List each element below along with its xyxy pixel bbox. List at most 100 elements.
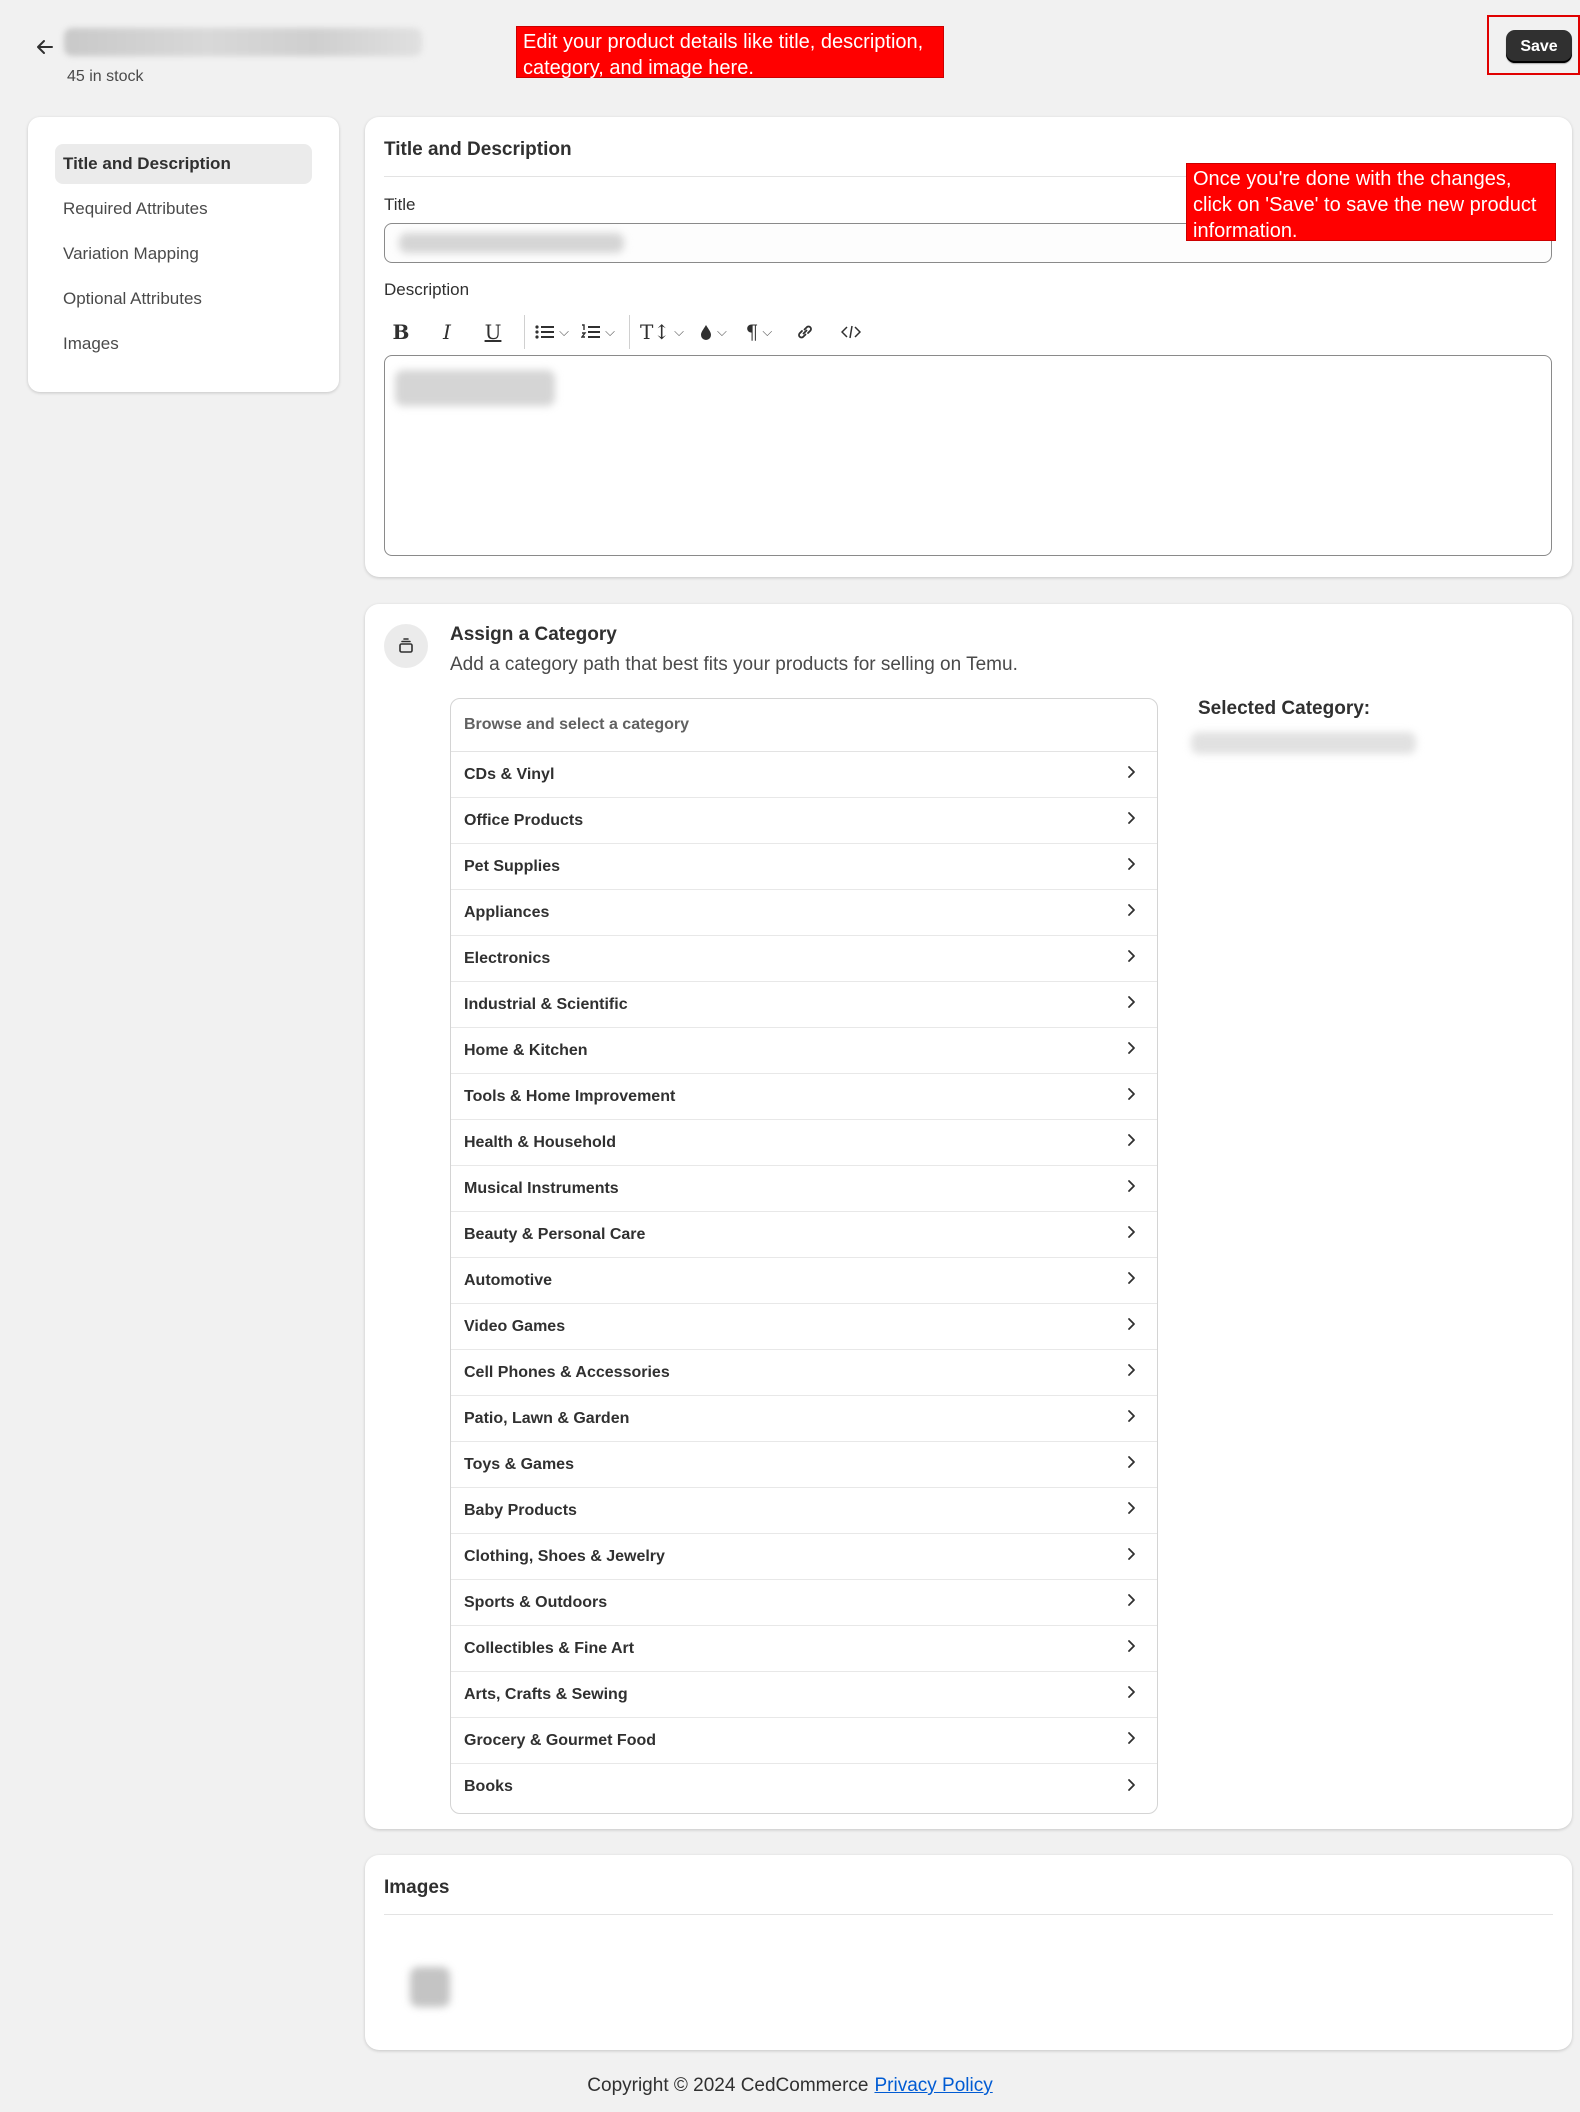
category-item-label: CDs & Vinyl bbox=[464, 765, 555, 783]
chevron-right-icon bbox=[1123, 856, 1139, 877]
category-icon bbox=[384, 624, 428, 668]
toolbar-separator bbox=[629, 315, 630, 349]
category-item[interactable]: Tools & Home Improvement bbox=[451, 1074, 1157, 1120]
chevron-right-icon bbox=[1123, 1040, 1139, 1061]
category-item[interactable]: Musical Instruments bbox=[451, 1166, 1157, 1212]
product-title-redacted bbox=[64, 28, 422, 56]
section-nav-sidebar: Title and Description Required Attribute… bbox=[28, 117, 339, 392]
sidebar-item-variation-mapping[interactable]: Variation Mapping bbox=[55, 234, 312, 274]
category-item-label: Pet Supplies bbox=[464, 857, 561, 875]
images-card: Images bbox=[365, 1855, 1572, 2050]
italic-icon[interactable]: I bbox=[430, 315, 464, 349]
category-item-label: Home & Kitchen bbox=[464, 1041, 588, 1059]
category-item[interactable]: CDs & Vinyl bbox=[451, 752, 1157, 798]
category-item[interactable]: Clothing, Shoes & Jewelry bbox=[451, 1534, 1157, 1580]
text-color-icon[interactable]: ⌵ bbox=[696, 315, 730, 349]
edit-details-tooltip: Edit your product details like title, de… bbox=[516, 26, 944, 79]
category-item[interactable]: Automotive bbox=[451, 1258, 1157, 1304]
chevron-right-icon bbox=[1123, 1638, 1139, 1659]
category-item[interactable]: Industrial & Scientific bbox=[451, 982, 1157, 1028]
category-item[interactable]: Toys & Games bbox=[451, 1442, 1157, 1488]
sidebar-item-required-attributes[interactable]: Required Attributes bbox=[55, 189, 312, 229]
footer: Copyright © 2024 CedCommerce Privacy Poli… bbox=[0, 2075, 1580, 2097]
category-item[interactable]: Office Products bbox=[451, 798, 1157, 844]
chevron-right-icon bbox=[1123, 1500, 1139, 1521]
category-item[interactable]: Cell Phones & Accessories bbox=[451, 1350, 1157, 1396]
numbered-list-icon[interactable]: ⌵ bbox=[581, 315, 615, 349]
bold-icon[interactable]: B bbox=[384, 315, 418, 349]
chevron-right-icon bbox=[1123, 1178, 1139, 1199]
description-value-redacted bbox=[395, 370, 555, 406]
category-item-label: Electronics bbox=[464, 949, 551, 967]
chevron-right-icon bbox=[1123, 1086, 1139, 1107]
title-value-redacted bbox=[399, 233, 624, 253]
chevron-right-icon bbox=[1123, 902, 1139, 923]
category-item[interactable]: Health & Household bbox=[451, 1120, 1157, 1166]
sidebar-item-images[interactable]: Images bbox=[55, 324, 312, 364]
category-item-label: Office Products bbox=[464, 811, 584, 829]
category-item[interactable]: Electronics bbox=[451, 936, 1157, 982]
save-hint-tooltip: Once you're done with the changes, click… bbox=[1186, 163, 1556, 242]
chevron-right-icon bbox=[1123, 1408, 1139, 1429]
category-item-label: Automotive bbox=[464, 1271, 552, 1289]
category-item-label: Books bbox=[464, 1778, 513, 1795]
chevron-right-icon bbox=[1123, 1777, 1139, 1798]
back-arrow-icon[interactable] bbox=[30, 32, 60, 62]
category-item-label: Clothing, Shoes & Jewelry bbox=[464, 1547, 665, 1565]
category-item[interactable]: Home & Kitchen bbox=[451, 1028, 1157, 1074]
description-editor[interactable] bbox=[384, 355, 1552, 556]
save-button[interactable]: Save bbox=[1506, 30, 1572, 63]
code-icon[interactable] bbox=[834, 315, 868, 349]
copyright-text: Copyright © 2024 CedCommerce bbox=[587, 2075, 869, 2096]
category-item[interactable]: Baby Products bbox=[451, 1488, 1157, 1534]
stock-count: 45 in stock bbox=[67, 68, 144, 85]
text-size-icon[interactable]: T↕ ⌵ bbox=[640, 315, 684, 349]
assign-category-title: Assign a Category bbox=[450, 624, 617, 645]
category-item[interactable]: Collectibles & Fine Art bbox=[451, 1626, 1157, 1672]
category-item-label: Collectibles & Fine Art bbox=[464, 1639, 635, 1657]
title-description-heading: Title and Description bbox=[384, 139, 572, 160]
chevron-right-icon bbox=[1123, 1224, 1139, 1245]
category-item-label: Baby Products bbox=[464, 1501, 577, 1519]
category-item-label: Video Games bbox=[464, 1317, 566, 1335]
category-item-label: Toys & Games bbox=[464, 1455, 574, 1473]
selected-category-value-redacted bbox=[1191, 732, 1416, 754]
category-item[interactable]: Grocery & Gourmet Food bbox=[451, 1718, 1157, 1764]
chevron-right-icon bbox=[1123, 1454, 1139, 1475]
category-item-label: Cell Phones & Accessories bbox=[464, 1363, 670, 1381]
paragraph-icon[interactable]: ¶ ⌵ bbox=[742, 315, 776, 349]
chevron-right-icon bbox=[1123, 1270, 1139, 1291]
chevron-right-icon bbox=[1123, 1132, 1139, 1153]
chevron-right-icon bbox=[1123, 1316, 1139, 1337]
category-item[interactable]: Arts, Crafts & Sewing bbox=[451, 1672, 1157, 1718]
bullet-list-icon[interactable]: ⌵ bbox=[535, 315, 569, 349]
sidebar-item-title-description[interactable]: Title and Description bbox=[55, 144, 312, 184]
privacy-policy-link[interactable]: Privacy Policy bbox=[874, 2075, 992, 2096]
chevron-right-icon bbox=[1123, 1684, 1139, 1705]
category-item-label: Arts, Crafts & Sewing bbox=[464, 1685, 628, 1703]
category-item[interactable]: Sports & Outdoors bbox=[451, 1580, 1157, 1626]
product-image-thumbnail[interactable] bbox=[410, 1967, 450, 2007]
chevron-right-icon bbox=[1123, 1362, 1139, 1383]
category-item-label: Health & Household bbox=[464, 1133, 617, 1151]
description-label: Description bbox=[384, 280, 470, 299]
chevron-right-icon bbox=[1123, 1730, 1139, 1751]
category-item[interactable]: Appliances bbox=[451, 890, 1157, 936]
category-item-label: Sports & Outdoors bbox=[464, 1593, 608, 1611]
chevron-right-icon bbox=[1123, 1592, 1139, 1613]
category-item[interactable]: Patio, Lawn & Garden bbox=[451, 1396, 1157, 1442]
toolbar-separator bbox=[524, 315, 525, 349]
category-item[interactable]: Video Games bbox=[451, 1304, 1157, 1350]
rich-text-toolbar: B I U ⌵ ⌵ T↕ ⌵ ⌵ ¶ ⌵ bbox=[384, 312, 880, 352]
category-item[interactable]: Pet Supplies bbox=[451, 844, 1157, 890]
category-browser: Browse and select a category CDs & Vinyl… bbox=[450, 698, 1158, 1814]
link-icon[interactable] bbox=[788, 315, 822, 349]
divider bbox=[384, 1914, 1553, 1915]
sidebar-item-optional-attributes[interactable]: Optional Attributes bbox=[55, 279, 312, 319]
category-browser-heading: Browse and select a category bbox=[451, 699, 1157, 752]
category-item[interactable]: Books bbox=[451, 1764, 1157, 1810]
underline-icon[interactable]: U bbox=[476, 315, 510, 349]
category-item[interactable]: Beauty & Personal Care bbox=[451, 1212, 1157, 1258]
chevron-right-icon bbox=[1123, 764, 1139, 785]
chevron-right-icon bbox=[1123, 948, 1139, 969]
